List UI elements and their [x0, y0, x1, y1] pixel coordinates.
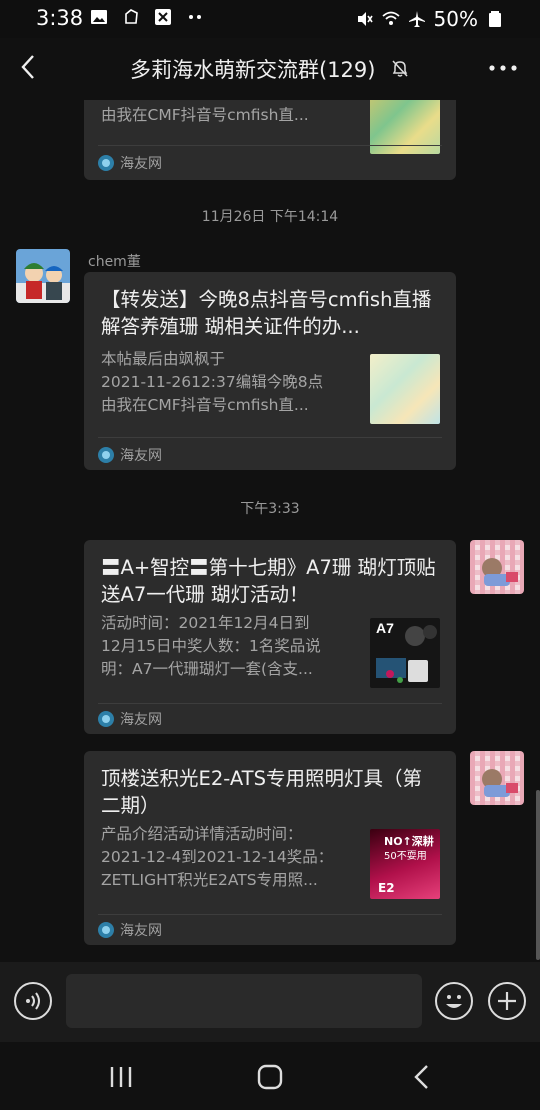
status-time: 3:38 — [36, 6, 84, 30]
back-nav-icon[interactable] — [408, 1062, 438, 1092]
card-thumbnail: A7 — [370, 618, 440, 688]
avatar[interactable] — [470, 540, 524, 594]
card-description: 产品介绍活动详情活动时间： 2021-12-4到2021-12-14奖品： ZE… — [101, 825, 334, 889]
card-description: 由我在CMF抖音号cmfish直... — [101, 106, 309, 124]
recents-icon[interactable] — [106, 1062, 136, 1092]
voice-icon[interactable] — [14, 982, 52, 1020]
wifi-icon — [381, 11, 400, 25]
card-source: 海友网 — [98, 709, 162, 729]
card-divider — [98, 703, 442, 704]
timestamp: 11月26日 下午14:14 — [201, 209, 339, 225]
source-logo-icon — [98, 711, 114, 727]
card-description: 本帖最后由飒枫于 2021-11-2612:37编辑今晚8点 由我在CMF抖音号… — [101, 350, 324, 414]
battery-icon — [489, 11, 501, 27]
card-title: 顶楼送积光E2-ATS专用照明灯具（第二期） — [101, 767, 422, 817]
message-input[interactable] — [66, 974, 422, 1028]
mute-icon — [357, 12, 373, 26]
app-icon — [155, 9, 171, 25]
plus-icon[interactable] — [488, 982, 526, 1020]
thumb-label: A7 — [376, 620, 394, 636]
sender-name: chem董 — [88, 254, 141, 270]
emoji-icon[interactable] — [435, 982, 473, 1020]
chat-area[interactable]: 由我在CMF抖音号cmfish直... 海友网 11月26日 下午14:14 c… — [0, 100, 540, 962]
card-divider — [98, 437, 442, 438]
more-icon[interactable] — [488, 56, 518, 80]
system-nav-bar — [0, 1042, 540, 1110]
mute-bell-icon — [392, 60, 408, 77]
card-divider — [98, 914, 442, 915]
home-icon[interactable] — [255, 1062, 285, 1092]
timestamp: 下午3:33 — [240, 501, 300, 517]
gallery-icon — [91, 10, 107, 24]
avatar[interactable] — [470, 751, 524, 805]
notification-icon — [125, 9, 138, 24]
scrollbar[interactable] — [536, 790, 540, 960]
card-source: 海友网 — [98, 153, 162, 173]
status-bar: 3:38 50% — [0, 0, 540, 38]
source-logo-icon — [98, 922, 114, 938]
chat-title: 多莉海水萌新交流群(129) — [130, 58, 376, 82]
source-logo-icon — [98, 155, 114, 171]
card-thumbnail — [370, 354, 440, 424]
back-icon[interactable] — [14, 52, 44, 82]
input-bar — [0, 962, 540, 1042]
card-source: 海友网 — [98, 920, 162, 940]
card-description: 活动时间：2021年12月4日到 12月15日中奖人数：1名奖品说 明：A7一代… — [101, 614, 321, 678]
link-card[interactable]: 【转发送】今晚8点抖音号cmfish直播解答养殖珊 瑚相关证件的办... 本帖最… — [84, 272, 456, 470]
airplane-icon — [408, 11, 425, 27]
more-dots-icon — [189, 15, 201, 19]
source-logo-icon — [98, 447, 114, 463]
battery-percent: 50% — [433, 7, 478, 31]
chat-header: 多莉海水萌新交流群(129) — [0, 38, 540, 100]
card-thumbnail: NO↑深耕 50不耍用 E2 — [370, 829, 440, 899]
card-source: 海友网 — [98, 445, 162, 465]
link-card[interactable]: 由我在CMF抖音号cmfish直... 海友网 — [84, 100, 456, 180]
avatar[interactable] — [16, 249, 70, 303]
link-card[interactable]: 顶楼送积光E2-ATS专用照明灯具（第二期） 产品介绍活动详情活动时间： 202… — [84, 751, 456, 945]
card-title: 【转发送】今晚8点抖音号cmfish直播解答养殖珊 瑚相关证件的办... — [101, 288, 432, 338]
card-title: 〓A+智控〓第十七期》A7珊 瑚灯顶贴送A7一代珊 瑚灯活动！ — [101, 556, 436, 606]
link-card[interactable]: 〓A+智控〓第十七期》A7珊 瑚灯顶贴送A7一代珊 瑚灯活动！ 活动时间：202… — [84, 540, 456, 734]
card-divider — [98, 145, 442, 146]
